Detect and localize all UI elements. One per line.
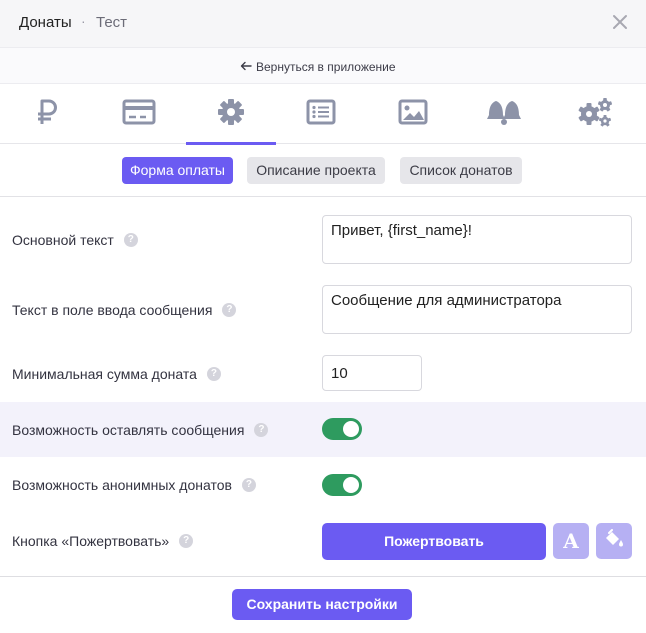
row-min-amount: Минимальная сумма доната ? 10 [0, 346, 646, 402]
tab-payments[interactable] [2, 84, 92, 144]
allow-messages-toggle[interactable] [322, 418, 362, 440]
row-allow-anonymous: Возможность анонимных донатов ? [0, 457, 646, 513]
back-link[interactable]: Вернуться в приложение [240, 60, 396, 74]
tab-advanced[interactable] [550, 84, 640, 144]
subtab-donation-list[interactable]: Список донатов [400, 157, 522, 184]
allow-messages-label-wrap: Возможность оставлять сообщения ? [12, 422, 269, 438]
close-icon[interactable] [608, 10, 632, 34]
icon-tabs [0, 84, 646, 145]
help-icon[interactable]: ? [123, 233, 138, 247]
help-icon[interactable]: ? [222, 303, 237, 317]
help-icon[interactable]: ? [179, 534, 194, 548]
subtab-project-description[interactable]: Описание проекта [247, 157, 385, 184]
subtab-payment-form[interactable]: Форма оплаты [122, 157, 233, 184]
title-separator: · [81, 13, 86, 29]
allow-anonymous-toggle[interactable] [322, 474, 362, 496]
credit-card-icon [122, 99, 156, 130]
back-bar: Вернуться в приложение [0, 48, 646, 84]
tab-notifications[interactable] [459, 84, 549, 144]
tab-settings[interactable] [186, 84, 276, 145]
row-main-text: Основной текст ? Привет, {first_name}! [0, 198, 646, 278]
footer-divider [0, 576, 646, 577]
min-amount-input[interactable]: 10 [322, 355, 422, 391]
row-message-placeholder: Текст в поле ввода сообщения ? Сообщение… [0, 278, 646, 346]
ruble-icon [34, 98, 60, 131]
arrow-left-icon [240, 60, 252, 74]
allow-anonymous-label-wrap: Возможность анонимных донатов ? [12, 477, 256, 493]
main-text-input[interactable]: Привет, {first_name}! [322, 215, 632, 264]
toggle-knob [343, 477, 359, 493]
min-amount-label: Минимальная сумма доната [12, 366, 197, 382]
header: Донаты · Тест [0, 0, 646, 48]
back-link-label: Вернуться в приложение [256, 60, 396, 74]
help-icon[interactable]: ? [206, 367, 221, 381]
font-icon: A [563, 529, 579, 553]
row-allow-messages: Возможность оставлять сообщения ? [0, 402, 646, 457]
message-placeholder-label: Текст в поле ввода сообщения [12, 302, 213, 318]
save-settings-button[interactable]: Сохранить настройки [232, 589, 412, 620]
font-style-button[interactable]: A [553, 523, 589, 559]
bells-icon [486, 98, 522, 131]
main-text-label: Основной текст [12, 232, 114, 248]
tab-list[interactable] [276, 84, 366, 144]
message-placeholder-input[interactable]: Сообщение для администратора [322, 285, 632, 334]
app-title: Донаты [19, 14, 72, 31]
paint-bucket-icon [603, 528, 625, 554]
tab-images[interactable] [368, 84, 458, 144]
gears-icon [576, 97, 614, 132]
fill-color-button[interactable] [596, 523, 632, 559]
donate-button-label: Кнопка «Пожертвовать» [12, 533, 170, 549]
toggle-knob [343, 421, 359, 437]
min-amount-label-wrap: Минимальная сумма доната ? [12, 366, 221, 382]
list-icon [306, 99, 336, 130]
tab-card[interactable] [94, 84, 184, 144]
image-icon [398, 99, 428, 130]
help-icon[interactable]: ? [254, 423, 269, 437]
help-icon[interactable]: ? [241, 478, 256, 492]
donate-button-preview[interactable]: Пожертвовать [322, 523, 546, 560]
allow-messages-label: Возможность оставлять сообщения [12, 422, 245, 438]
subtabs: Форма оплаты Описание проекта Список дон… [0, 144, 646, 197]
main-text-label-wrap: Основной текст ? [12, 232, 138, 248]
gear-icon [217, 98, 245, 131]
app-subtitle: Тест [96, 14, 128, 31]
row-donate-button: Кнопка «Пожертвовать» ? Пожертвовать A [0, 513, 646, 573]
donate-button-label-wrap: Кнопка «Пожертвовать» ? [12, 533, 194, 549]
allow-anonymous-label: Возможность анонимных донатов [12, 477, 232, 493]
message-placeholder-label-wrap: Текст в поле ввода сообщения ? [12, 302, 237, 318]
